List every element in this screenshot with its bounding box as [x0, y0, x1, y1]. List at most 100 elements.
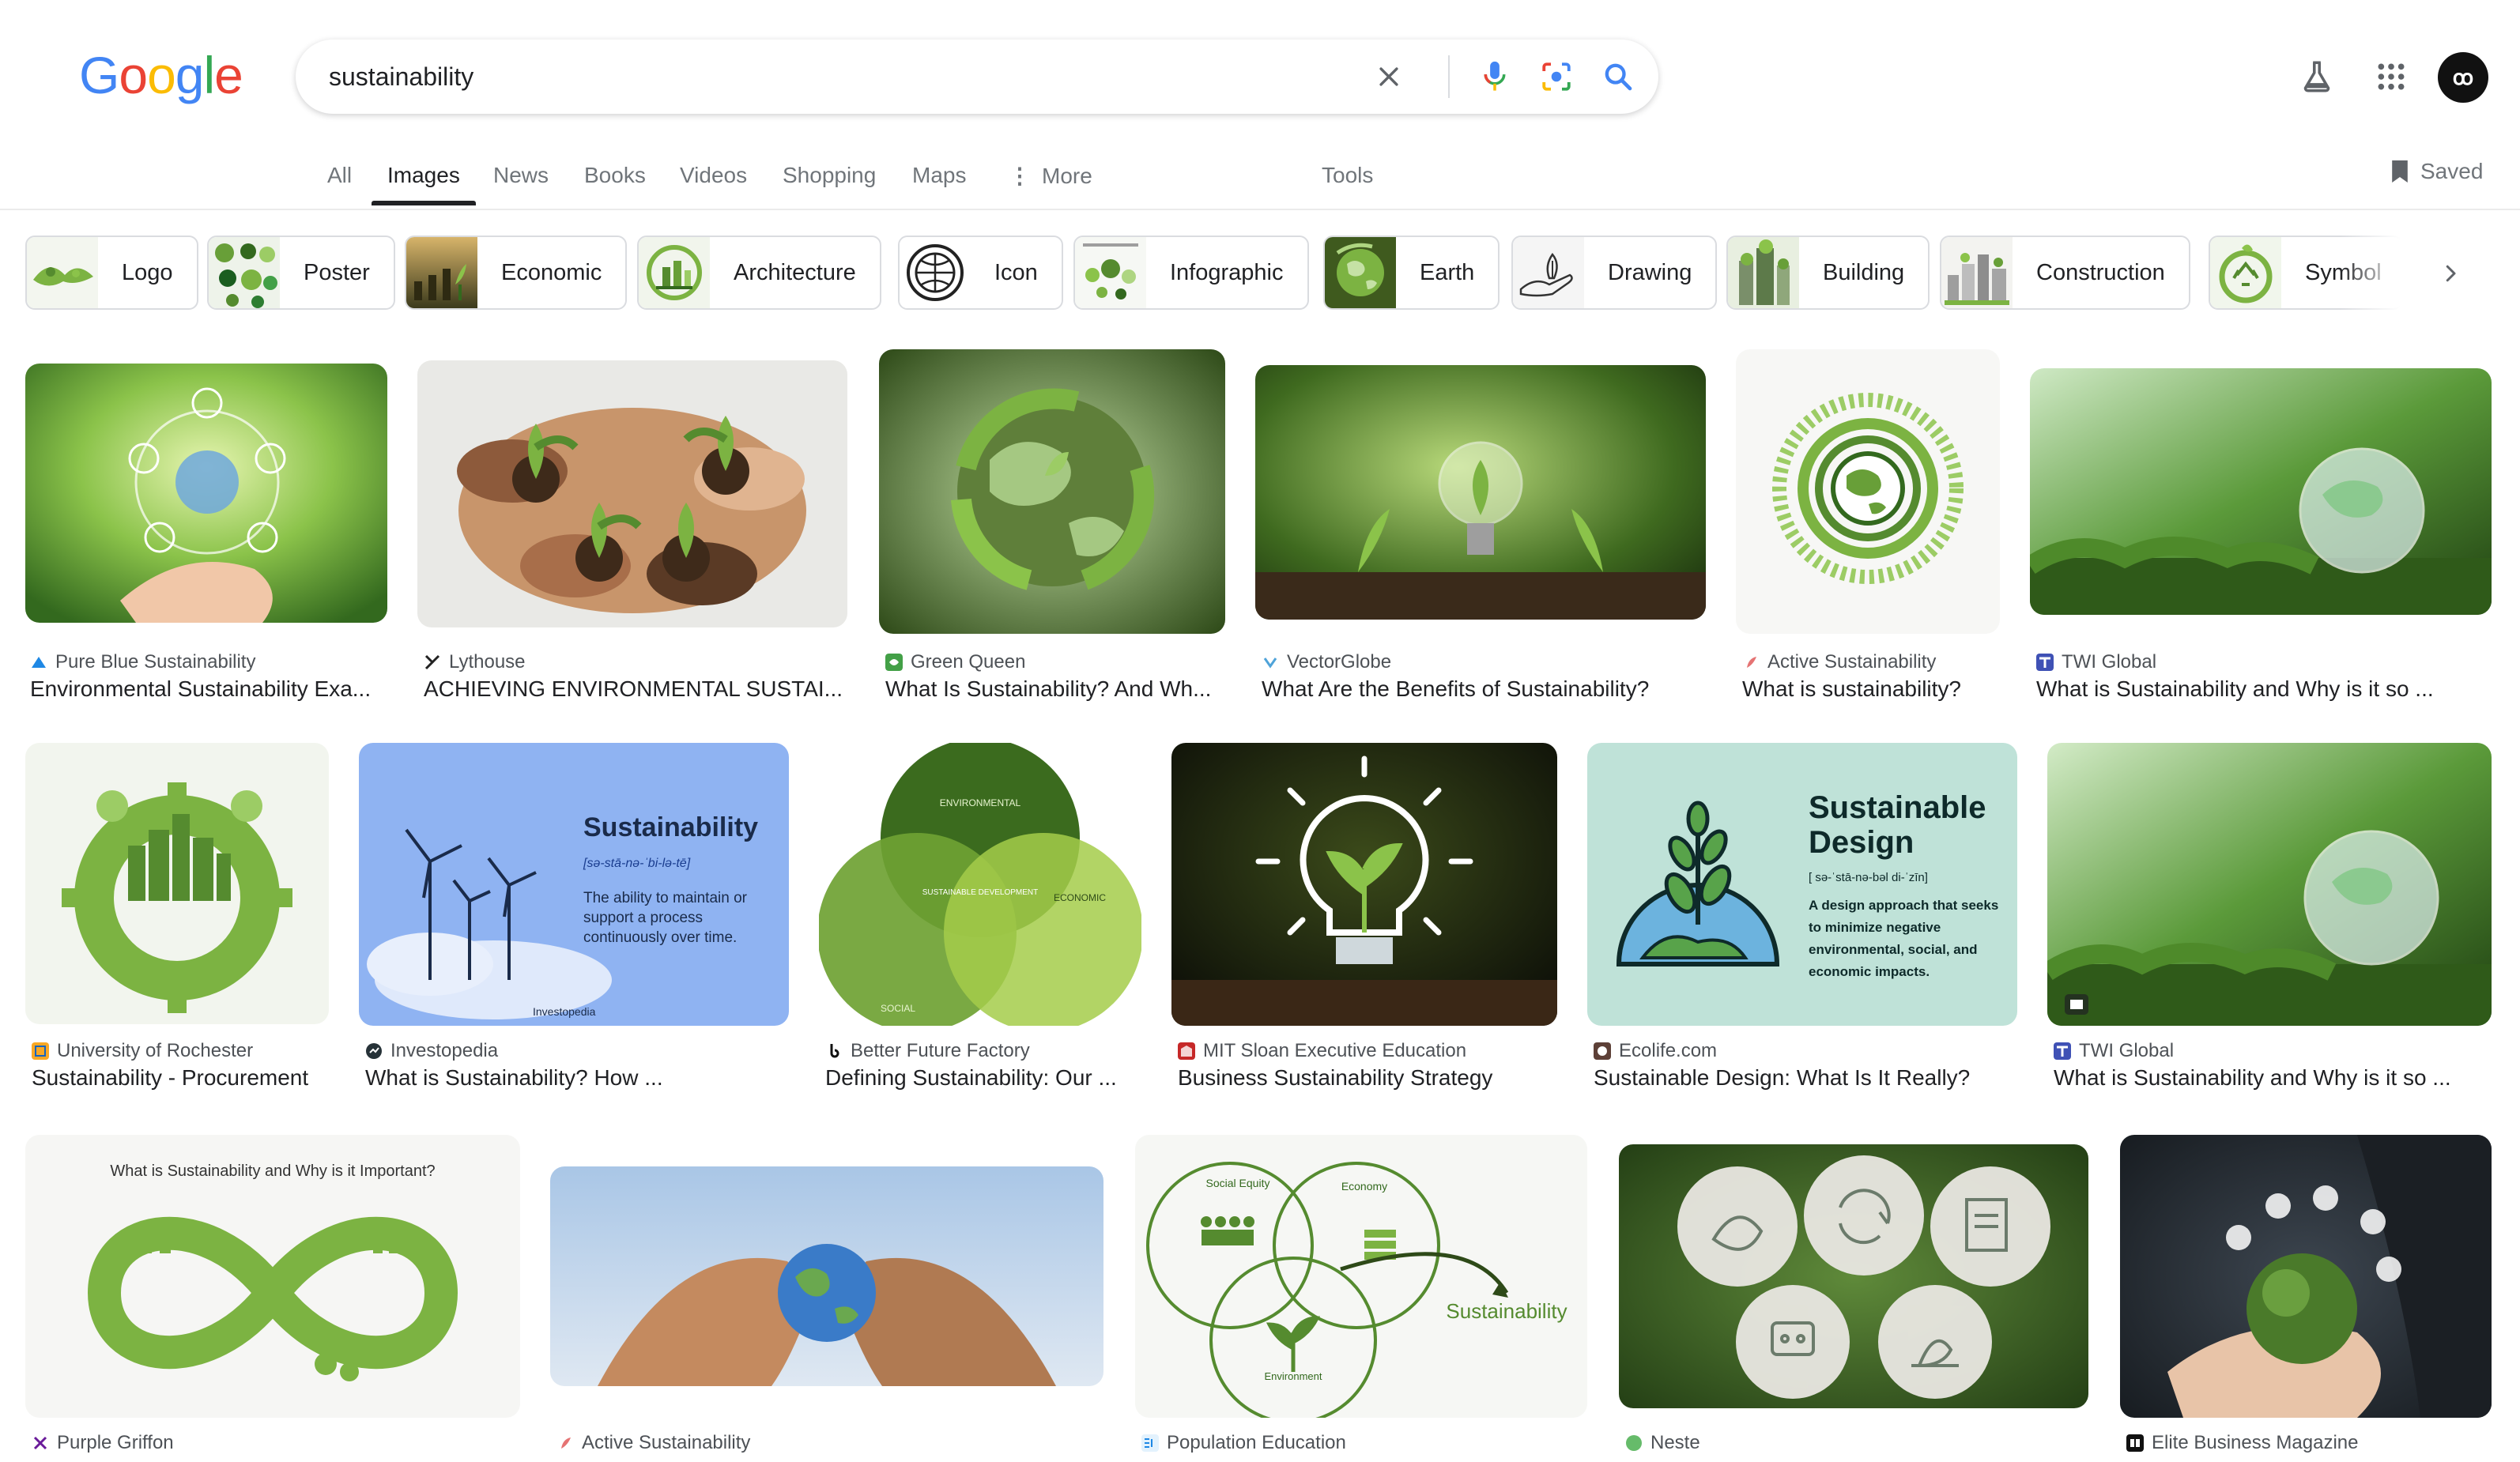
image-caption-definition: A design approach that seeks to minimize… — [1809, 898, 1999, 979]
result-source: Green Queen — [885, 651, 1025, 673]
source-name: MIT Sloan Executive Education — [1203, 1040, 1467, 1061]
result-source: Better Future Factory — [825, 1040, 1030, 1062]
result-title[interactable]: Environmental Sustainability Exa... — [30, 676, 383, 702]
result-image — [25, 364, 387, 623]
venn-label: ECONOMIC — [1054, 892, 1106, 903]
result-title[interactable]: Sustainable Design: What Is It Really? — [1594, 1065, 2013, 1091]
tab-news[interactable]: News — [493, 163, 549, 188]
logo-letter: o — [147, 46, 176, 104]
result-source: Population Education — [1141, 1432, 1346, 1454]
result-title[interactable]: What is sustainability? — [1742, 676, 1995, 702]
result-title[interactable]: ACHIEVING ENVIRONMENTAL SUSTAI... — [424, 676, 843, 702]
source-name: Purple Griffon — [57, 1432, 174, 1453]
chip-thumbnail — [900, 237, 971, 308]
chips-next-button[interactable] — [2427, 250, 2474, 297]
image-result[interactable]: TWI Global What is Sustainability and Wh… — [2030, 349, 2492, 705]
apps-grid-icon[interactable] — [2370, 55, 2412, 98]
venn-label: SOCIAL — [881, 1003, 915, 1014]
chip-construction[interactable]: Construction — [1940, 236, 2190, 310]
tab-books[interactable]: Books — [584, 163, 646, 188]
image-result[interactable]: ENVIRONMENTAL ECONOMIC SOCIAL SUSTAINABL… — [819, 743, 1141, 1098]
result-image — [2047, 743, 2492, 1026]
tab-videos[interactable]: Videos — [680, 163, 747, 188]
google-logo[interactable]: Google — [79, 49, 243, 101]
saved-button[interactable]: Saved — [2389, 158, 2483, 185]
source-favicon-icon — [366, 1043, 382, 1059]
chip-poster[interactable]: Poster — [207, 236, 395, 310]
labs-flask-icon[interactable] — [2296, 55, 2338, 98]
result-title[interactable]: What is Sustainability and Why is it so … — [2054, 1065, 2487, 1091]
chip-economic[interactable]: Economic — [405, 236, 628, 310]
source-favicon-icon — [1178, 1042, 1195, 1060]
source-name: Green Queen — [911, 651, 1026, 673]
image-result[interactable]: Green Queen What Is Sustainability? And … — [879, 349, 1225, 705]
result-image: ENVIRONMENTAL ECONOMIC SOCIAL SUSTAINABL… — [819, 743, 1141, 1026]
image-result[interactable]: TWI Global What is Sustainability and Wh… — [2047, 743, 2492, 1098]
image-result[interactable]: Active Sustainability What is sustainabi… — [1736, 349, 2000, 705]
result-title[interactable]: What Are the Benefits of Sustainability? — [1262, 676, 1701, 702]
source-name: Lythouse — [449, 651, 526, 673]
source-name: Elite Business Magazine — [2152, 1432, 2359, 1453]
microphone-icon[interactable] — [1475, 57, 1515, 96]
chip-logo[interactable]: Logo — [25, 236, 198, 310]
source-favicon-icon — [2036, 654, 2054, 671]
image-result[interactable]: Social Equity Economy Environment Sustai… — [1135, 1135, 1587, 1462]
search-icon[interactable] — [1598, 57, 1638, 96]
result-source: VectorGlobe — [1262, 651, 1391, 673]
tab-all[interactable]: All — [327, 163, 352, 188]
result-source: Neste — [1625, 1432, 1700, 1454]
result-title[interactable]: What is Sustainability? How ... — [365, 1065, 784, 1091]
image-result[interactable]: Sustainability [sə-stā-nə-ˈbi-lə-tē] The… — [359, 743, 789, 1098]
clear-icon[interactable] — [1369, 57, 1409, 96]
tab-images[interactable]: Images — [387, 163, 460, 188]
search-input[interactable] — [329, 57, 1356, 96]
chip-thumbnail — [1325, 237, 1396, 308]
chip-building[interactable]: Building — [1726, 236, 1930, 310]
image-result[interactable]: MIT Sloan Executive Education Business S… — [1171, 743, 1557, 1098]
chip-label: Economic — [501, 259, 602, 285]
image-result[interactable]: University of Rochester Sustainability -… — [25, 743, 329, 1098]
tab-more[interactable]: ⋮ More — [1009, 163, 1092, 189]
tab-maps[interactable]: Maps — [912, 163, 966, 188]
result-title[interactable]: Defining Sustainability: Our ... — [825, 1065, 1137, 1091]
logo-letter: G — [79, 46, 119, 104]
source-favicon-icon — [885, 654, 903, 671]
chip-earth[interactable]: Earth — [1323, 236, 1500, 310]
chip-infographic[interactable]: Infographic — [1073, 236, 1309, 310]
result-title[interactable]: What Is Sustainability? And Wh... — [885, 676, 1220, 702]
chip-icon[interactable]: Icon — [898, 236, 1063, 310]
source-favicon-icon — [1747, 657, 1756, 668]
chip-label: Poster — [304, 259, 370, 285]
image-caption-brand: Investopedia — [533, 1005, 596, 1018]
avatar-text: ꝏ — [2452, 65, 2474, 89]
result-title[interactable]: Business Sustainability Strategy — [1178, 1065, 1552, 1091]
result-source: TWI Global — [2036, 651, 2156, 673]
source-name: Active Sustainability — [1767, 651, 1937, 673]
tools-button[interactable]: Tools — [1322, 163, 1373, 188]
source-name: Better Future Factory — [851, 1040, 1030, 1061]
image-result[interactable]: Sustainable Design [ sə-ˈstā-nə-bəl di-ˈ… — [1587, 743, 2017, 1098]
chip-label: Icon — [994, 259, 1038, 285]
bookmark-icon — [2392, 160, 2408, 183]
image-result[interactable]: Neste — [1619, 1135, 2088, 1462]
image-result[interactable]: What is Sustainability and Why is it Imp… — [25, 1135, 520, 1462]
chip-thumbnail — [639, 237, 710, 308]
source-favicon-icon — [32, 657, 46, 668]
lens-icon[interactable] — [1537, 57, 1576, 96]
result-title[interactable]: What is Sustainability and Why is it so … — [2036, 676, 2487, 702]
venn-center-label: SUSTAINABLE DEVELOPMENT — [922, 888, 1039, 897]
result-title[interactable]: Sustainability - Procurement — [32, 1065, 324, 1091]
image-result[interactable]: Lythouse ACHIEVING ENVIRONMENTAL SUSTAI.… — [417, 349, 847, 705]
source-name: University of Rochester — [57, 1040, 254, 1061]
chip-architecture[interactable]: Architecture — [637, 236, 881, 310]
chip-thumbnail — [1941, 237, 2013, 308]
image-result[interactable]: Pure Blue Sustainability Environmental S… — [25, 349, 387, 705]
result-source: Pure Blue Sustainability — [30, 651, 255, 673]
image-result[interactable]: Elite Business Magazine — [2120, 1135, 2492, 1462]
chip-drawing[interactable]: Drawing — [1511, 236, 1718, 310]
source-favicon-icon — [830, 1044, 839, 1058]
tab-shopping[interactable]: Shopping — [783, 163, 876, 188]
account-avatar[interactable]: ꝏ — [2438, 52, 2488, 103]
image-result[interactable]: VectorGlobe What Are the Benefits of Sus… — [1255, 349, 1706, 705]
image-result[interactable]: Active Sustainability — [550, 1135, 1103, 1462]
